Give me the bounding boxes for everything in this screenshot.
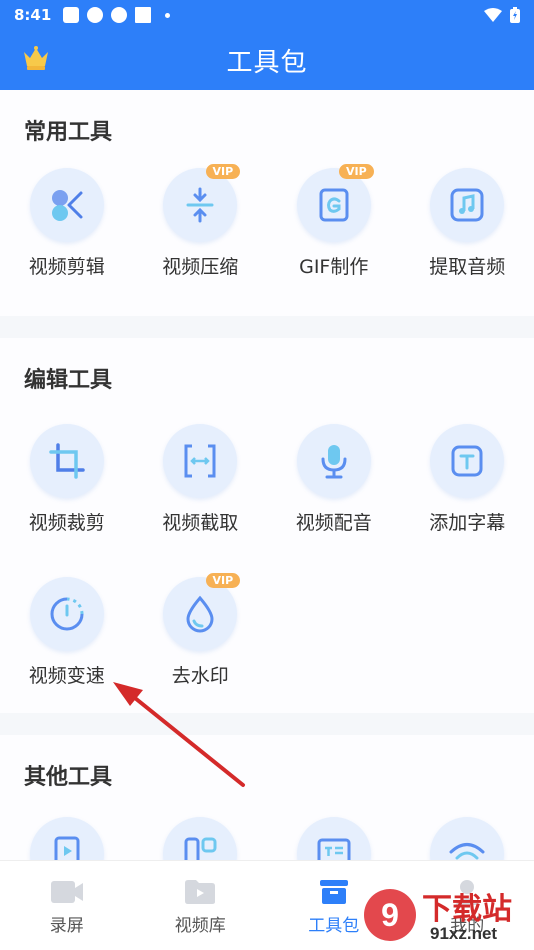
- crown-vip-icon[interactable]: [20, 42, 52, 74]
- tool-label: 视频变速: [28, 665, 105, 687]
- notification-icon: [63, 7, 80, 23]
- trim-icon: [184, 444, 216, 478]
- tool-icon-bg: [163, 577, 238, 651]
- tab-label: 工具包: [308, 916, 360, 936]
- tool-icon-bg: [29, 168, 104, 242]
- app-notification-icon-2: [111, 7, 128, 23]
- tab-record[interactable]: 录屏: [0, 861, 134, 950]
- screen-record-icon: [54, 836, 80, 860]
- tool-label: 去水印: [171, 665, 229, 687]
- gif-icon: [319, 188, 349, 222]
- camera-icon: [50, 881, 83, 903]
- tool-video-trim[interactable]: 视频截取: [134, 424, 268, 577]
- tool-other-3[interactable]: [267, 817, 401, 860]
- tool-icon-bg: [29, 577, 104, 651]
- tool-gif-make[interactable]: VIP GIF制作: [267, 164, 401, 298]
- subtitle-icon: [451, 445, 483, 477]
- tool-icon-bg: [163, 817, 238, 860]
- toolbox-icon: [319, 880, 348, 904]
- app-bar: 工具包: [0, 30, 534, 90]
- section-title: 编辑工具: [24, 368, 113, 393]
- tool-video-speed[interactable]: 视频变速: [0, 577, 134, 730]
- scissors-icon: [51, 190, 83, 221]
- square-notification-icon: [135, 7, 152, 23]
- app-notification-icon: [87, 7, 104, 23]
- tool-icon-bg: [296, 168, 371, 242]
- svg-text:9: 9: [381, 897, 399, 933]
- section-edit-tools: 编辑工具 视频裁剪 视频截取 视频配音 添加字幕 视频变速 VIP 去水印: [0, 338, 534, 713]
- section-common-tools: 常用工具 视频剪辑 VIP 视频压缩 VIP GIF制作 提取音频: [0, 90, 534, 316]
- content-scroll[interactable]: 常用工具 视频剪辑 VIP 视频压缩 VIP GIF制作 提取音频 编辑工具 视…: [0, 90, 534, 860]
- speed-icon: [50, 597, 84, 631]
- section-title: 其他工具: [24, 765, 113, 790]
- compress-icon: [186, 187, 214, 223]
- tool-add-subtitle[interactable]: 添加字幕: [401, 424, 534, 577]
- tool-label: 添加字幕: [429, 512, 506, 534]
- tool-video-crop[interactable]: 视频裁剪: [0, 424, 134, 577]
- tool-label: 视频截取: [162, 512, 239, 534]
- site-watermark: 9 下载站 91xz.net: [360, 880, 534, 950]
- wifi-transfer-icon: [449, 843, 485, 860]
- tool-icon-bg: [296, 424, 371, 498]
- tool-icon-bg: [163, 168, 238, 242]
- more-notifications-dot: [165, 12, 171, 18]
- tab-video-library[interactable]: 视频库: [134, 861, 268, 950]
- crop-icon: [49, 443, 85, 479]
- vip-badge: VIP: [339, 164, 374, 179]
- tool-other-1[interactable]: [0, 817, 134, 860]
- status-bar: 8:41: [0, 0, 534, 30]
- tool-label: GIF制作: [299, 256, 369, 278]
- page-title: 工具包: [226, 47, 308, 78]
- tool-icon-bg: [430, 168, 505, 242]
- folder-video-icon: [185, 880, 216, 904]
- tool-icon-bg: [29, 424, 104, 498]
- vip-badge: VIP: [205, 164, 241, 179]
- tool-extract-audio[interactable]: 提取音频: [401, 168, 534, 298]
- tool-label: 视频剪辑: [28, 256, 105, 278]
- watermark-domain: 91xz.net: [430, 924, 498, 943]
- tool-icon-bg: [163, 424, 238, 498]
- music-icon: [450, 188, 484, 222]
- tool-video-edit[interactable]: 视频剪辑: [0, 168, 134, 298]
- tab-label: 视频库: [174, 916, 226, 936]
- vip-badge: VIP: [205, 573, 241, 588]
- tool-icon-bg: [296, 817, 371, 860]
- text-image-icon: [317, 838, 351, 860]
- tool-label: 提取音频: [429, 256, 506, 278]
- tab-label: 录屏: [49, 916, 84, 936]
- tool-icon-bg: [29, 817, 104, 860]
- tool-video-dub[interactable]: 视频配音: [267, 424, 401, 577]
- status-time: 8:41: [14, 6, 52, 24]
- tool-video-compress[interactable]: VIP 视频压缩: [134, 164, 268, 298]
- tool-remove-watermark[interactable]: VIP 去水印: [134, 573, 268, 730]
- watermark-brand: 下载站: [422, 892, 512, 927]
- wifi-icon: [484, 8, 502, 22]
- microphone-icon: [321, 445, 347, 479]
- water-drop-icon: [186, 595, 214, 633]
- tool-label: 视频配音: [295, 512, 372, 534]
- tool-other-2[interactable]: [134, 817, 268, 860]
- tool-label: 视频裁剪: [28, 512, 105, 534]
- tool-label: 视频压缩: [162, 256, 239, 278]
- tool-other-4[interactable]: [401, 817, 534, 860]
- split-screen-icon: [184, 837, 217, 860]
- section-other-tools: 其他工具: [0, 735, 534, 860]
- section-title: 常用工具: [24, 120, 113, 145]
- tool-icon-bg: [430, 817, 505, 860]
- tool-icon-bg: [430, 424, 505, 498]
- battery-icon: [510, 7, 520, 23]
